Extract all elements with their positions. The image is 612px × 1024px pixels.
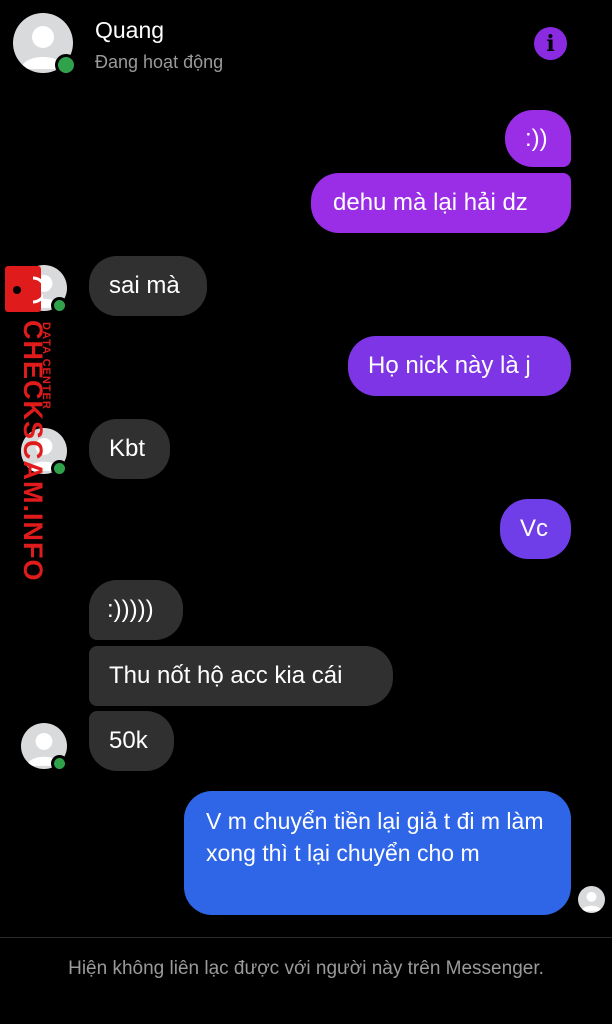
contact-name[interactable]: Quang xyxy=(95,17,164,44)
message-bubble-outgoing[interactable]: :)) xyxy=(505,110,571,167)
message-bubble-outgoing[interactable]: dehu mà lại hải dz xyxy=(311,173,571,233)
online-indicator xyxy=(51,755,68,772)
message-bubble-incoming[interactable]: :))))) xyxy=(89,580,183,640)
seen-avatar xyxy=(578,886,605,913)
conversation-header: Quang Đang hoạt động i xyxy=(0,0,612,90)
message-bubble-incoming[interactable]: Kbt xyxy=(89,419,170,479)
watermark-sub: DATA CENTER xyxy=(40,322,52,410)
info-icon[interactable]: i xyxy=(534,27,567,60)
unavailable-notice: Hiện không liên lạc được với người này t… xyxy=(68,958,544,979)
message-bubble-outgoing[interactable]: Vc xyxy=(500,499,571,559)
message-bubble-incoming[interactable]: Thu nốt hộ acc kia cái xyxy=(89,646,393,706)
activity-status: Đang hoạt động xyxy=(95,52,224,72)
online-indicator xyxy=(51,297,68,314)
online-indicator xyxy=(55,54,77,76)
message-bubble-outgoing[interactable]: Họ nick này là j xyxy=(348,336,571,396)
person-icon xyxy=(581,891,602,912)
message-bubble-outgoing[interactable]: V m chuyển tiền lại giả t đi m làm xong … xyxy=(184,791,571,915)
message-bubble-incoming[interactable]: sai mà xyxy=(89,256,207,316)
divider xyxy=(0,937,612,938)
online-indicator xyxy=(51,460,68,477)
message-bubble-incoming[interactable]: 50k xyxy=(89,711,174,771)
lock-icon xyxy=(5,266,43,312)
